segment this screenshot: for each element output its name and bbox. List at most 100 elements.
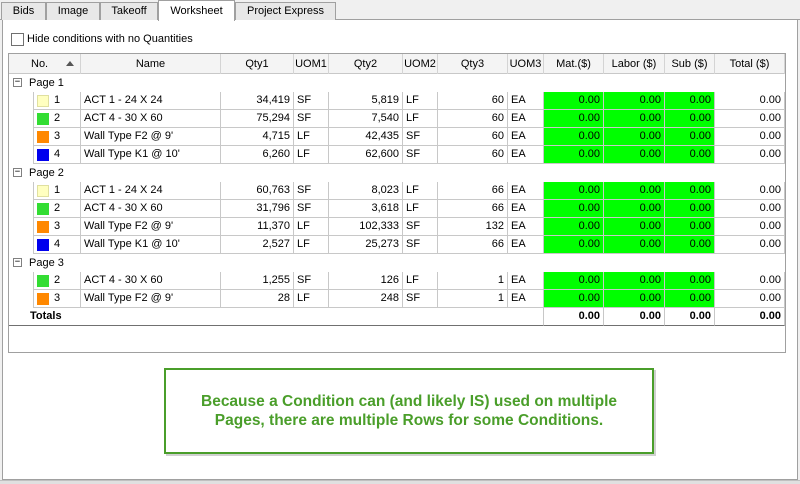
cell-qty3[interactable]: 60 (438, 92, 508, 110)
cell-qty1[interactable]: 31,796 (221, 200, 294, 218)
cell-uom3[interactable]: EA (508, 92, 544, 110)
cell-sub[interactable]: 0.00 (665, 128, 715, 146)
cell-total[interactable]: 0.00 (715, 92, 785, 110)
cell-qty3[interactable]: 60 (438, 128, 508, 146)
cell-qty3[interactable]: 1 (438, 272, 508, 290)
cell-uom1[interactable]: LF (294, 128, 329, 146)
tab-bids[interactable]: Bids (1, 2, 46, 20)
cell-uom1[interactable]: LF (294, 146, 329, 164)
cell-mat[interactable]: 0.00 (544, 236, 604, 254)
cell-uom2[interactable]: LF (403, 182, 438, 200)
table-row[interactable]: 1 ACT 1 - 24 X 24 34,419 SF 5,819 LF 60 EA 0.00 0… (9, 92, 785, 110)
cell-total[interactable]: 0.00 (715, 236, 785, 254)
cell-uom2[interactable]: SF (403, 290, 438, 308)
cell-sub[interactable]: 0.00 (665, 110, 715, 128)
collapse-icon[interactable]: − (13, 78, 22, 87)
cell-mat[interactable]: 0.00 (544, 290, 604, 308)
cell-qty3[interactable]: 66 (438, 182, 508, 200)
cell-mat[interactable]: 0.00 (544, 92, 604, 110)
cell-uom1[interactable]: SF (294, 200, 329, 218)
cell-qty1[interactable]: 6,260 (221, 146, 294, 164)
cell-uom1[interactable]: LF (294, 218, 329, 236)
cell-qty1[interactable]: 2,527 (221, 236, 294, 254)
column-header-sub[interactable]: Sub ($) (665, 54, 715, 74)
cell-sub[interactable]: 0.00 (665, 92, 715, 110)
table-row[interactable]: 2 ACT 4 - 30 X 60 1,255 SF 126 LF 1 EA 0.00 0.00 0… (9, 272, 785, 290)
column-header-uom2[interactable]: UOM2 (403, 54, 438, 74)
table-row[interactable]: 3 Wall Type F2 @ 9' 11,370 LF 102,333 SF 132 EA… (9, 218, 785, 236)
hide-conditions-option[interactable]: Hide conditions with no Quantities (11, 32, 193, 46)
cell-labor[interactable]: 0.00 (604, 200, 665, 218)
cell-uom2[interactable]: LF (403, 110, 438, 128)
cell-qty3[interactable]: 66 (438, 200, 508, 218)
cell-uom1[interactable]: SF (294, 182, 329, 200)
cell-name[interactable]: ACT 1 - 24 X 24 (81, 92, 221, 110)
group-header[interactable]: − Page 1 (9, 74, 785, 92)
cell-name[interactable]: Wall Type F2 @ 9' (81, 218, 221, 236)
table-row[interactable]: 4 Wall Type K1 @ 10' 6,260 LF 62,600 SF 60 EA 0.… (9, 146, 785, 164)
cell-name[interactable]: Wall Type K1 @ 10' (81, 236, 221, 254)
cell-uom2[interactable]: SF (403, 236, 438, 254)
cell-total[interactable]: 0.00 (715, 146, 785, 164)
cell-sub[interactable]: 0.00 (665, 290, 715, 308)
cell-total[interactable]: 0.00 (715, 110, 785, 128)
cell-sub[interactable]: 0.00 (665, 236, 715, 254)
cell-qty1[interactable]: 60,763 (221, 182, 294, 200)
cell-name[interactable]: ACT 4 - 30 X 60 (81, 110, 221, 128)
cell-labor[interactable]: 0.00 (604, 146, 665, 164)
group-header[interactable]: − Page 3 (9, 254, 785, 272)
cell-labor[interactable]: 0.00 (604, 236, 665, 254)
cell-uom2[interactable]: SF (403, 146, 438, 164)
cell-qty2[interactable]: 248 (329, 290, 403, 308)
cell-mat[interactable]: 0.00 (544, 182, 604, 200)
table-row[interactable]: 2 ACT 4 - 30 X 60 75,294 SF 7,540 LF 60 EA 0.00 0… (9, 110, 785, 128)
column-header-mat[interactable]: Mat.($) (544, 54, 604, 74)
cell-qty2[interactable]: 3,618 (329, 200, 403, 218)
cell-sub[interactable]: 0.00 (665, 218, 715, 236)
group-header[interactable]: − Page 2 (9, 164, 785, 182)
cell-qty1[interactable]: 75,294 (221, 110, 294, 128)
cell-qty2[interactable]: 25,273 (329, 236, 403, 254)
cell-name[interactable]: ACT 4 - 30 X 60 (81, 272, 221, 290)
column-header-name[interactable]: Name (81, 54, 221, 74)
cell-name[interactable]: Wall Type F2 @ 9' (81, 128, 221, 146)
column-header-uom3[interactable]: UOM3 (508, 54, 544, 74)
cell-qty2[interactable]: 7,540 (329, 110, 403, 128)
cell-uom3[interactable]: EA (508, 272, 544, 290)
cell-uom1[interactable]: LF (294, 290, 329, 308)
cell-labor[interactable]: 0.00 (604, 218, 665, 236)
tab-takeoff[interactable]: Takeoff (100, 2, 158, 20)
cell-uom3[interactable]: EA (508, 146, 544, 164)
cell-labor[interactable]: 0.00 (604, 128, 665, 146)
cell-name[interactable]: Wall Type K1 @ 10' (81, 146, 221, 164)
cell-qty3[interactable]: 132 (438, 218, 508, 236)
cell-labor[interactable]: 0.00 (604, 182, 665, 200)
cell-uom3[interactable]: EA (508, 182, 544, 200)
cell-uom3[interactable]: EA (508, 290, 544, 308)
cell-qty2[interactable]: 62,600 (329, 146, 403, 164)
cell-labor[interactable]: 0.00 (604, 290, 665, 308)
cell-uom1[interactable]: SF (294, 272, 329, 290)
cell-name[interactable]: ACT 1 - 24 X 24 (81, 182, 221, 200)
cell-qty2[interactable]: 8,023 (329, 182, 403, 200)
cell-sub[interactable]: 0.00 (665, 272, 715, 290)
cell-name[interactable]: ACT 4 - 30 X 60 (81, 200, 221, 218)
cell-total[interactable]: 0.00 (715, 290, 785, 308)
cell-uom2[interactable]: LF (403, 272, 438, 290)
cell-total[interactable]: 0.00 (715, 200, 785, 218)
table-row[interactable]: 3 Wall Type F2 @ 9' 4,715 LF 42,435 SF 60 EA 0.0… (9, 128, 785, 146)
tab-project-express[interactable]: Project Express (235, 2, 336, 20)
column-header-qty3[interactable]: Qty3 (438, 54, 508, 74)
cell-qty3[interactable]: 66 (438, 236, 508, 254)
column-header-labor[interactable]: Labor ($) (604, 54, 665, 74)
cell-uom3[interactable]: EA (508, 218, 544, 236)
cell-labor[interactable]: 0.00 (604, 272, 665, 290)
cell-total[interactable]: 0.00 (715, 128, 785, 146)
collapse-icon[interactable]: − (13, 168, 22, 177)
cell-uom2[interactable]: SF (403, 128, 438, 146)
cell-qty1[interactable]: 34,419 (221, 92, 294, 110)
cell-uom3[interactable]: EA (508, 236, 544, 254)
table-row[interactable]: 2 ACT 4 - 30 X 60 31,796 SF 3,618 LF 66 EA 0.00 0… (9, 200, 785, 218)
table-row[interactable]: 1 ACT 1 - 24 X 24 60,763 SF 8,023 LF 66 EA 0.00 0… (9, 182, 785, 200)
cell-name[interactable]: Wall Type F2 @ 9' (81, 290, 221, 308)
